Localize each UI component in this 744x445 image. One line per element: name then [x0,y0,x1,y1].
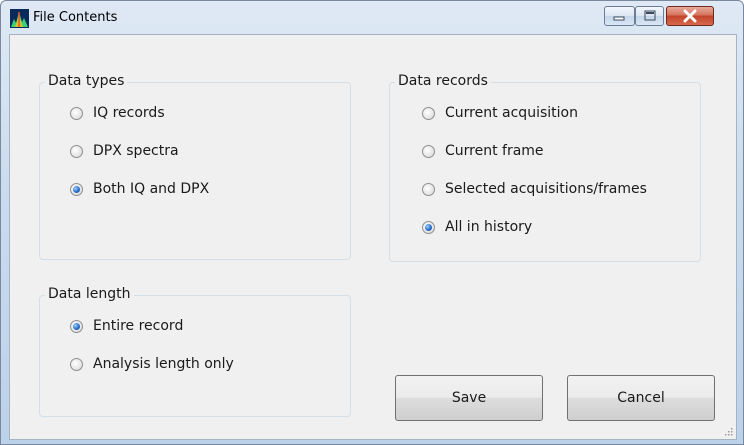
radio-label: Analysis length only [93,356,234,372]
radio-button-selected[interactable] [422,220,435,234]
radio-button[interactable] [422,182,435,196]
radio-label: Entire record [93,318,184,334]
data-records-group: Data records Current acquisition Current… [389,73,701,262]
radio-button[interactable] [422,106,435,120]
radio-label: All in history [445,219,533,235]
radio-label: Current acquisition [445,105,578,121]
data-length-label: Data length [45,286,134,302]
radio-button[interactable] [70,106,83,120]
radio-button[interactable] [70,357,83,371]
cancel-button[interactable]: Cancel [567,375,715,421]
radio-label: IQ records [93,105,165,121]
radio-current-acquisition[interactable]: Current acquisition [422,102,578,124]
radio-button[interactable] [422,144,435,158]
title-bar[interactable]: File Contents [1,1,743,37]
radio-button[interactable] [70,144,83,158]
window-title: File Contents [33,10,118,25]
close-button[interactable] [666,6,714,26]
radio-selected-acquisitions-frames[interactable]: Selected acquisitions/frames [422,178,647,200]
radio-current-frame[interactable]: Current frame [422,140,544,162]
minimize-icon [613,16,625,21]
file-contents-dialog: File Contents Data types IQ records DPX … [0,0,744,445]
maximize-button[interactable] [635,6,664,26]
radio-button-selected[interactable] [70,182,83,196]
radio-entire-record[interactable]: Entire record [70,315,183,337]
save-button[interactable]: Save [395,375,543,421]
data-types-label: Data types [45,73,128,89]
radio-label: DPX spectra [93,143,179,159]
dialog-client-area: Data types IQ records DPX spectra Both I… [9,34,737,440]
spectrum-app-icon [10,9,29,28]
radio-both-iq-dpx[interactable]: Both IQ and DPX [70,178,209,200]
maximize-icon [644,10,656,21]
minimize-button[interactable] [604,6,635,26]
radio-button-selected[interactable] [70,319,83,333]
radio-analysis-length-only[interactable]: Analysis length only [70,353,234,375]
radio-label: Both IQ and DPX [93,181,210,197]
data-length-group: Data length Entire record Analysis lengt… [39,286,351,417]
radio-iq-records[interactable]: IQ records [70,102,165,124]
radio-all-in-history[interactable]: All in history [422,216,532,238]
resize-grip-icon[interactable] [723,426,733,436]
data-types-group: Data types IQ records DPX spectra Both I… [39,73,351,260]
radio-dpx-spectra[interactable]: DPX spectra [70,140,179,162]
data-records-label: Data records [395,73,491,89]
radio-label: Current frame [445,143,544,159]
close-icon [683,9,697,23]
radio-label: Selected acquisitions/frames [445,181,647,197]
